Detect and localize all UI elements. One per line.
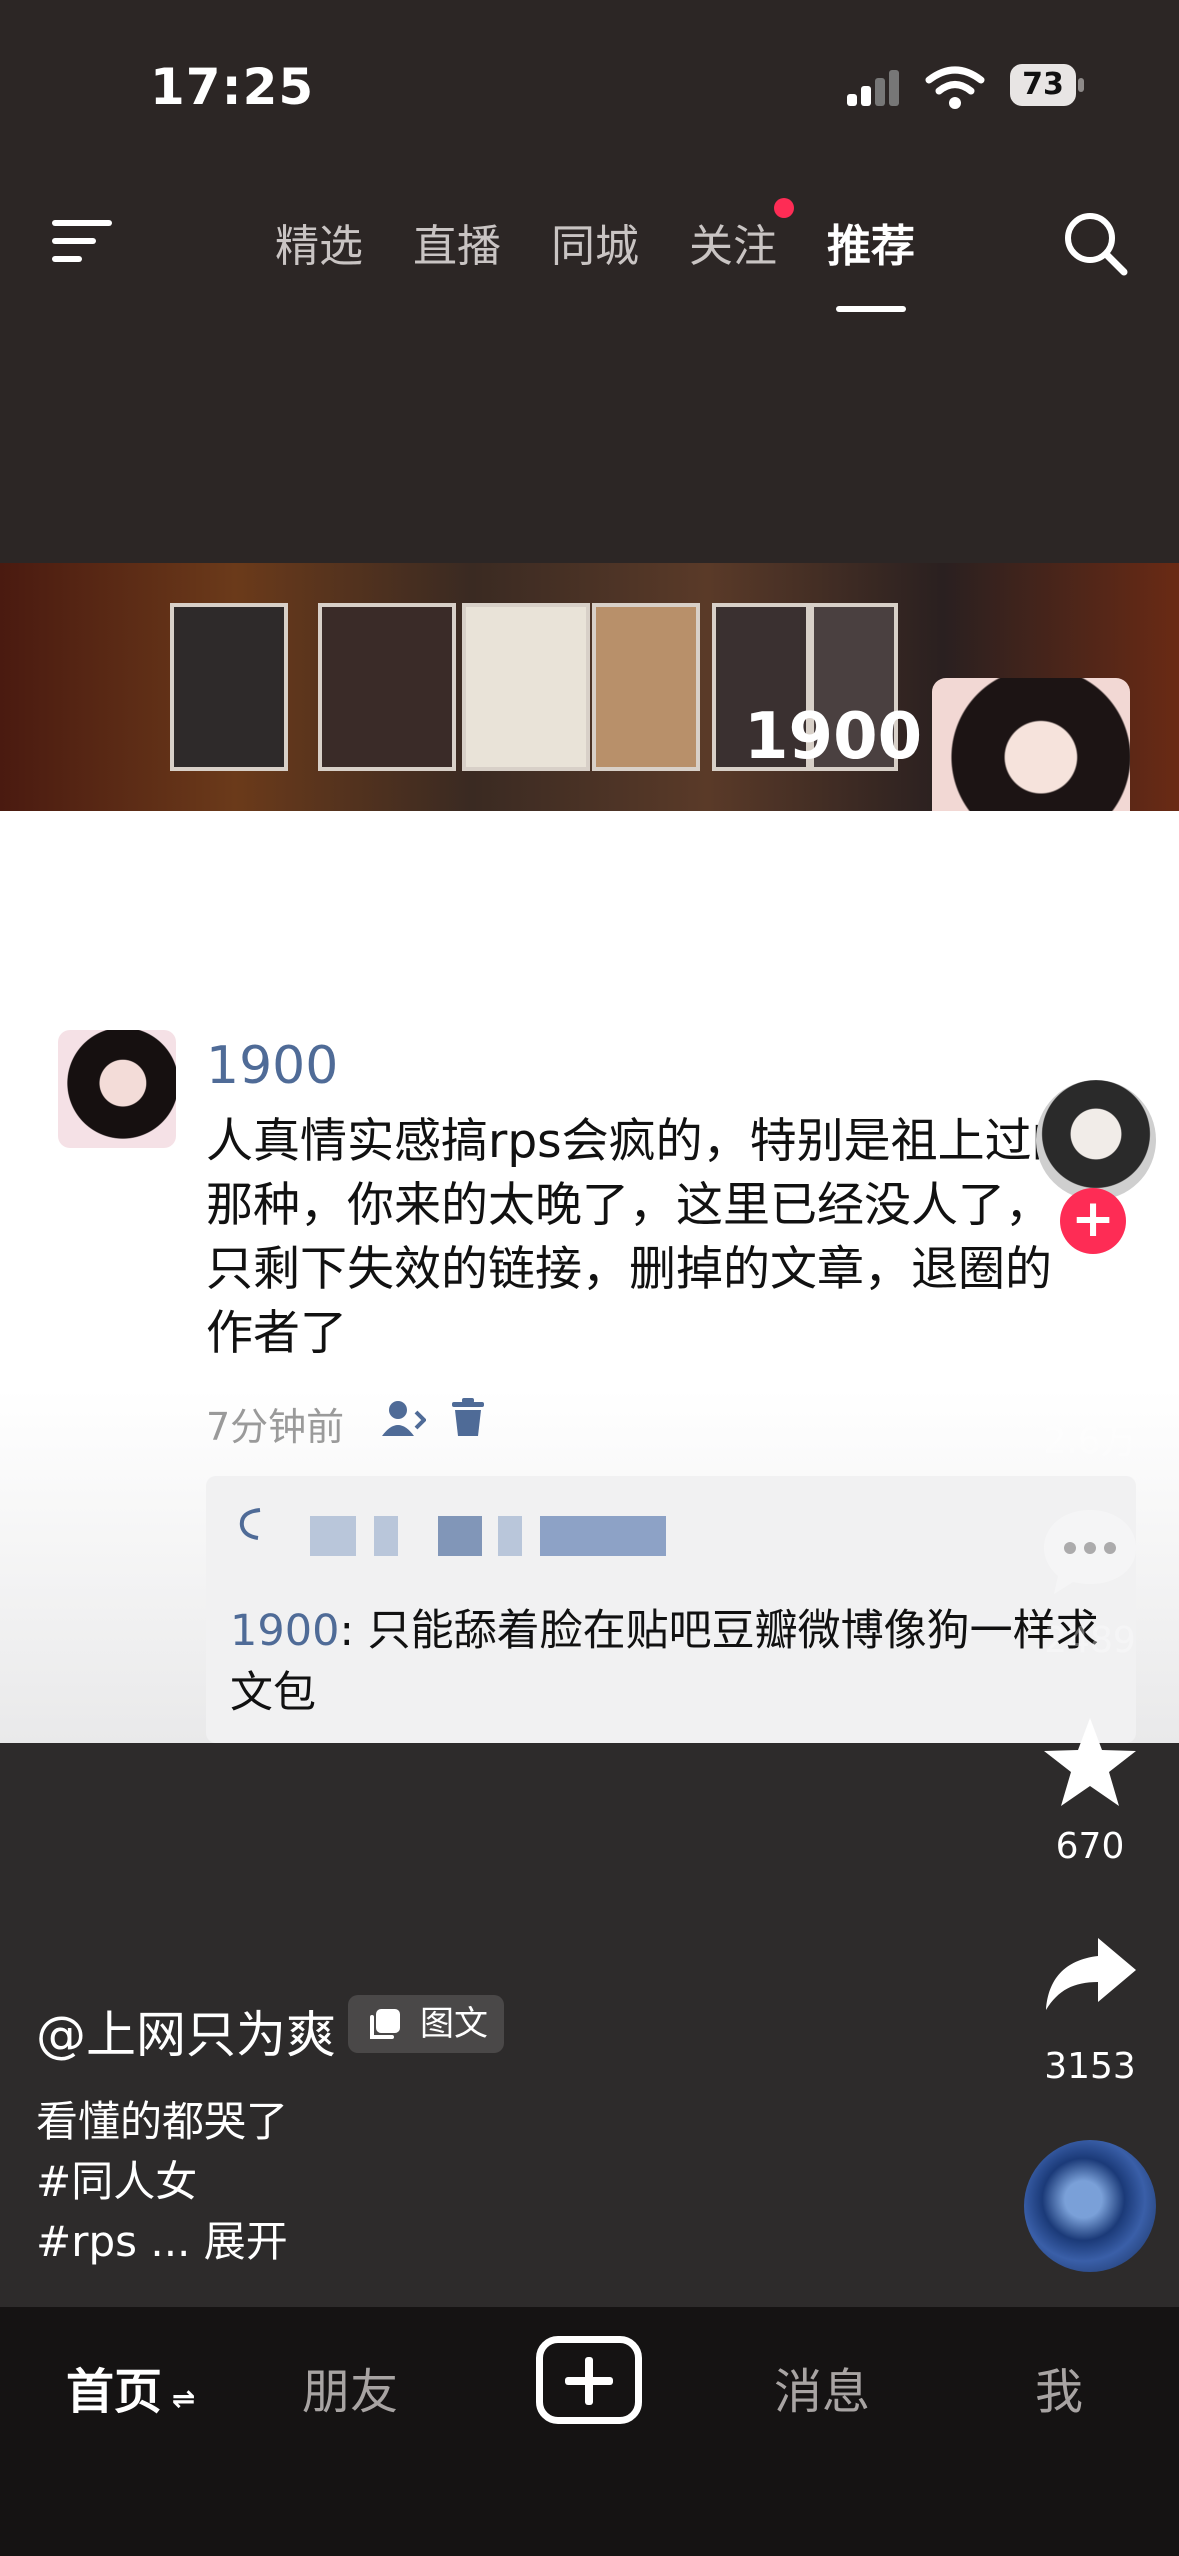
battery-tip: [1078, 78, 1084, 92]
wifi-icon: [925, 66, 985, 109]
tab-following-label: 关注: [689, 221, 777, 272]
top-tabs: 精选 直播 同城 关注 推荐: [250, 198, 940, 312]
reply-username: 1900: [230, 1606, 340, 1656]
banner-frame: [462, 603, 590, 771]
tab-recommend-label: 推荐: [827, 221, 915, 272]
trash-icon: [452, 1398, 484, 1436]
blurred-username: [374, 1516, 398, 1556]
badge-label: 图文: [420, 2004, 488, 2044]
image-text-badge: 图文: [348, 1995, 504, 2053]
comment-text: 人真情实感搞rps会疯的，特别是祖上过的那种，你来的太晚了，这里已经没人了，只剩…: [206, 1114, 1079, 1361]
nav-messages[interactable]: 消息: [774, 2352, 870, 2422]
comment-count: 2489: [1044, 1620, 1136, 1661]
banner-name: 1900: [744, 700, 923, 774]
nav-friends[interactable]: 朋友: [302, 2352, 398, 2422]
author-avatar[interactable]: [1036, 1080, 1156, 1200]
expand-link[interactable]: 展开: [204, 2217, 288, 2266]
quote-icon: [239, 1508, 261, 1540]
reply-text: 1900: 只能舔着脸在贴吧豆瓣微博像狗一样求文包: [230, 1600, 1110, 1724]
reply-content: : 只能舔着脸在贴吧豆瓣微博像狗一样求文包: [230, 1606, 1099, 1718]
description-line: #rps ...: [36, 2217, 191, 2266]
description-line: 看懂的都哭了: [36, 2097, 289, 2146]
notification-dot: [774, 198, 794, 218]
follow-button[interactable]: +: [1060, 1188, 1126, 1254]
description-line: #同人女: [36, 2157, 198, 2206]
nav-me[interactable]: 我: [1035, 2352, 1083, 2422]
share-icon[interactable]: [1040, 1934, 1140, 2014]
banner-frame: [318, 603, 456, 771]
person-icon: [382, 1401, 426, 1436]
comment-icon[interactable]: [1040, 1506, 1140, 1598]
favorite-count: 670: [1055, 1826, 1125, 1867]
menu-icon[interactable]: [52, 216, 116, 266]
cellular-signal-icon: [847, 70, 899, 106]
active-tab-indicator: [836, 306, 906, 312]
post-author[interactable]: @上网只为爽: [36, 1995, 336, 2067]
heart-icon[interactable]: [1040, 1300, 1140, 1390]
nav-home-label: 首页: [66, 2364, 163, 2420]
share-count: 3153: [1044, 2046, 1136, 2087]
image-stack-icon: [370, 2009, 400, 2039]
create-post-button[interactable]: [536, 2336, 642, 2424]
search-icon[interactable]: [1060, 208, 1130, 278]
tab-following[interactable]: 关注: [664, 198, 802, 274]
banner-frame: [592, 603, 700, 771]
tab-recommend[interactable]: 推荐: [802, 210, 940, 312]
tab-featured[interactable]: 精选: [250, 210, 388, 274]
comment-avatar: [58, 1030, 176, 1148]
music-disc[interactable]: [1024, 2140, 1156, 2272]
tab-live[interactable]: 直播: [388, 210, 526, 274]
nav-home[interactable]: 首页 ⇌: [66, 2352, 195, 2422]
star-icon[interactable]: [1040, 1714, 1140, 1810]
blurred-username: [310, 1516, 356, 1556]
blurred-username: [540, 1516, 666, 1556]
blurred-username: [438, 1516, 482, 1556]
banner-frame: [170, 603, 288, 771]
comment-time: 7分钟前: [206, 1405, 345, 1449]
comment-username: 1900: [206, 1036, 339, 1096]
plus-icon: [585, 2357, 593, 2405]
status-time: 17:25: [150, 58, 315, 116]
blurred-username: [498, 1516, 522, 1556]
like-count: 2.6万: [1043, 1421, 1137, 1462]
switch-arrows-icon: ⇌: [162, 2382, 196, 2415]
tab-local[interactable]: 同城: [526, 210, 664, 274]
battery-indicator: 73: [1010, 64, 1076, 106]
post-description: 看懂的都哭了 #同人女 #rps ... 展开: [36, 2092, 288, 2272]
